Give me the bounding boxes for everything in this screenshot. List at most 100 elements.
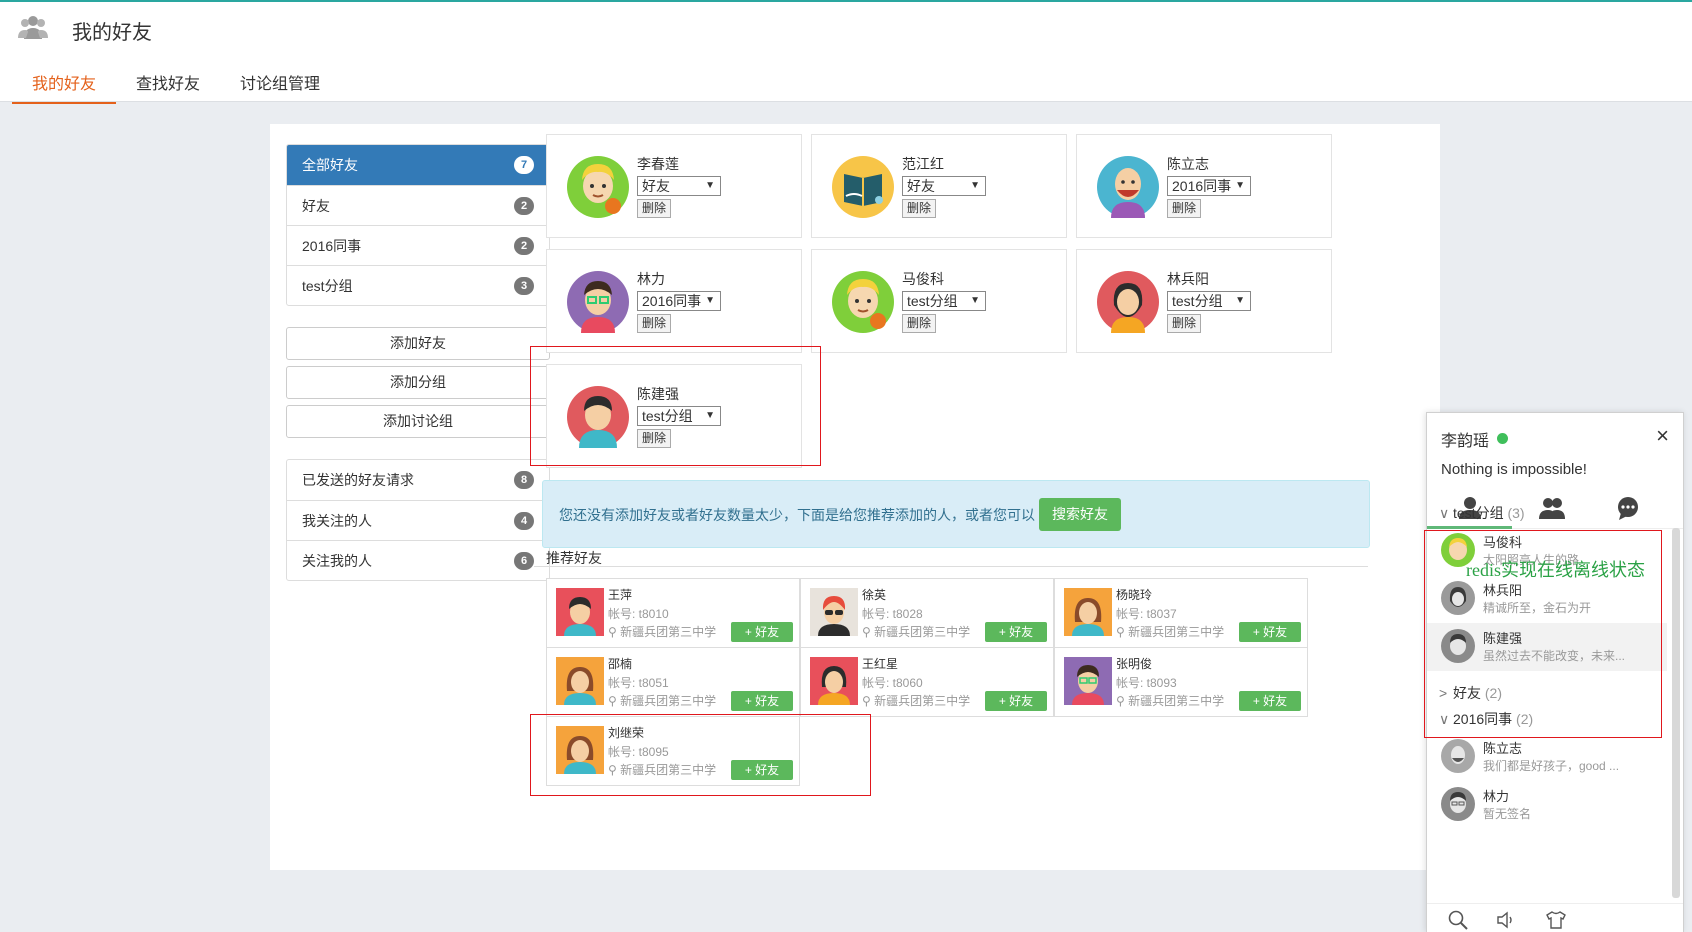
group-label: 全部好友 — [302, 157, 358, 173]
friend-card: 陈立志 2016同事 ▼ 删除 — [1076, 134, 1332, 238]
add-discussion-button[interactable]: 添加讨论组 — [286, 405, 550, 438]
caret-down-icon: ▼ — [1235, 295, 1245, 306]
friend-name: 李春莲 — [637, 156, 679, 172]
delete-button[interactable]: 删除 — [902, 314, 937, 333]
avatar — [1441, 787, 1475, 821]
avatar — [810, 657, 858, 705]
recommend-card: 张明俊 帐号: t8093 ⚲ 新疆兵团第三中学 + 好友 — [1054, 647, 1308, 717]
friend-name: 陈立志 — [1167, 156, 1209, 172]
tab-discussion-groups[interactable]: 讨论组管理 — [220, 64, 340, 104]
group-item-colleagues[interactable]: 2016同事 2 — [287, 225, 549, 265]
add-friend-button[interactable]: + 好友 — [1239, 691, 1301, 711]
page-title: 我的好友 — [72, 22, 152, 44]
add-friend-button[interactable]: + 好友 — [985, 691, 1047, 711]
group-select[interactable]: test分组 ▼ — [902, 291, 986, 311]
school-name: 新疆兵团第三中学 — [620, 694, 717, 708]
tab-my-friends[interactable]: 我的好友 — [12, 64, 117, 104]
tab-find-friends[interactable]: 查找好友 — [116, 64, 220, 104]
recommend-card: 邵楠 帐号: t8051 ⚲ 新疆兵团第三中学 + 好友 — [546, 647, 800, 717]
count-badge: 6 — [514, 552, 534, 570]
following-item[interactable]: 我关注的人 4 — [287, 500, 549, 540]
location: ⚲ 新疆兵团第三中学 — [862, 692, 970, 709]
group-label: test分组 — [302, 278, 353, 294]
search-icon[interactable] — [1447, 909, 1469, 931]
add-friend-button[interactable]: + 好友 — [985, 622, 1047, 642]
group-select[interactable]: test分组 ▼ — [1167, 291, 1251, 311]
count-badge: 3 — [514, 277, 534, 295]
delete-button[interactable]: 删除 — [637, 199, 672, 218]
delete-button[interactable]: 删除 — [637, 314, 672, 333]
selected-group: 好友 — [642, 178, 670, 194]
location-pin-icon: ⚲ — [1116, 625, 1129, 639]
chat-group-label: test分组 — [1453, 505, 1504, 521]
school-name: 新疆兵团第三中学 — [1128, 694, 1225, 708]
location: ⚲ 新疆兵团第三中学 — [608, 623, 716, 640]
count-badge: 4 — [514, 512, 534, 530]
add-friend-button[interactable]: + 好友 — [731, 622, 793, 642]
group-item-test[interactable]: test分组 3 — [287, 265, 549, 305]
avatar — [810, 588, 858, 636]
count-badge: 2 — [514, 197, 534, 215]
member-signature: 暂无签名 — [1483, 807, 1532, 821]
add-group-button[interactable]: 添加分组 — [286, 366, 550, 399]
add-friend-button[interactable]: + 好友 — [1239, 622, 1301, 642]
avatar — [1441, 739, 1475, 773]
search-friend-button[interactable]: 搜索好友 — [1039, 498, 1121, 531]
avatar — [832, 156, 894, 218]
request-label: 已发送的好友请求 — [302, 472, 414, 488]
school-name: 新疆兵团第三中学 — [874, 625, 971, 639]
avatar — [1097, 271, 1159, 333]
chat-member[interactable]: 林力 暂无签名 — [1427, 781, 1667, 829]
location: ⚲ 新疆兵团第三中学 — [1116, 623, 1224, 640]
location-pin-icon: ⚲ — [608, 694, 621, 708]
friend-group-list: 全部好友 7 好友 2 2016同事 2 test分组 3 — [286, 144, 550, 306]
request-label: 我关注的人 — [302, 513, 372, 529]
recommend-card: 杨晓玲 帐号: t8037 ⚲ 新疆兵团第三中学 + 好友 — [1054, 578, 1308, 648]
school-name: 新疆兵团第三中学 — [620, 625, 717, 639]
friend-name: 林力 — [637, 271, 665, 287]
avatar — [556, 588, 604, 636]
close-icon[interactable]: × — [1656, 423, 1669, 449]
chat-scrollbar[interactable] — [1672, 528, 1680, 898]
highlight-box — [530, 714, 871, 796]
delete-button[interactable]: 删除 — [902, 199, 937, 218]
group-icon[interactable] — [1539, 495, 1565, 521]
account-number: 帐号: t8093 — [1116, 676, 1177, 690]
add-friend-button[interactable]: 添加好友 — [286, 327, 550, 360]
account-number: 帐号: t8051 — [608, 676, 669, 690]
recommend-name: 王萍 — [608, 588, 633, 602]
add-friend-button[interactable]: + 好友 — [731, 691, 793, 711]
group-select[interactable]: 好友 ▼ — [637, 176, 721, 196]
divider — [534, 566, 1368, 567]
chat-group-test[interactable]: ∨ test分组 (3) — [1439, 503, 1525, 523]
skin-shirt-icon[interactable] — [1545, 909, 1567, 931]
group-label: 好友 — [302, 198, 330, 214]
sent-requests-item[interactable]: 已发送的好友请求 8 — [287, 460, 549, 500]
delete-button[interactable]: 删除 — [1167, 199, 1202, 218]
friend-name: 林兵阳 — [1167, 271, 1209, 287]
chat-bubble-icon[interactable] — [1615, 495, 1641, 521]
school-name: 新疆兵团第三中学 — [874, 694, 971, 708]
recommend-name: 邵楠 — [608, 657, 633, 671]
avatar — [1064, 657, 1112, 705]
group-item-friends[interactable]: 好友 2 — [287, 185, 549, 225]
group-select[interactable]: 好友 ▼ — [902, 176, 986, 196]
group-select[interactable]: 2016同事 ▼ — [1167, 176, 1251, 196]
top-bar: 我的好友 我的好友 查找好友 讨论组管理 — [0, 0, 1692, 104]
delete-button[interactable]: 删除 — [1167, 314, 1202, 333]
friend-card: 范江红 好友 ▼ 删除 — [811, 134, 1067, 238]
chat-member[interactable]: 陈立志 我们都是好孩子，good ... — [1427, 733, 1667, 781]
group-item-all[interactable]: 全部好友 7 — [287, 145, 549, 185]
group-select[interactable]: 2016同事 ▼ — [637, 291, 721, 311]
speaker-icon[interactable] — [1495, 909, 1517, 931]
caret-down-icon: ▼ — [705, 180, 715, 191]
highlight-box — [530, 346, 821, 466]
account-number: 帐号: t8037 — [1116, 607, 1177, 621]
caret-down-icon: ▼ — [705, 295, 715, 306]
recommend-title: 推荐好友 — [546, 550, 602, 566]
school-name: 新疆兵团第三中学 — [1128, 625, 1225, 639]
avatar — [567, 271, 629, 333]
request-label: 关注我的人 — [302, 553, 372, 569]
friend-card: 马俊科 test分组 ▼ 删除 — [811, 249, 1067, 353]
followers-item[interactable]: 关注我的人 6 — [287, 540, 549, 580]
